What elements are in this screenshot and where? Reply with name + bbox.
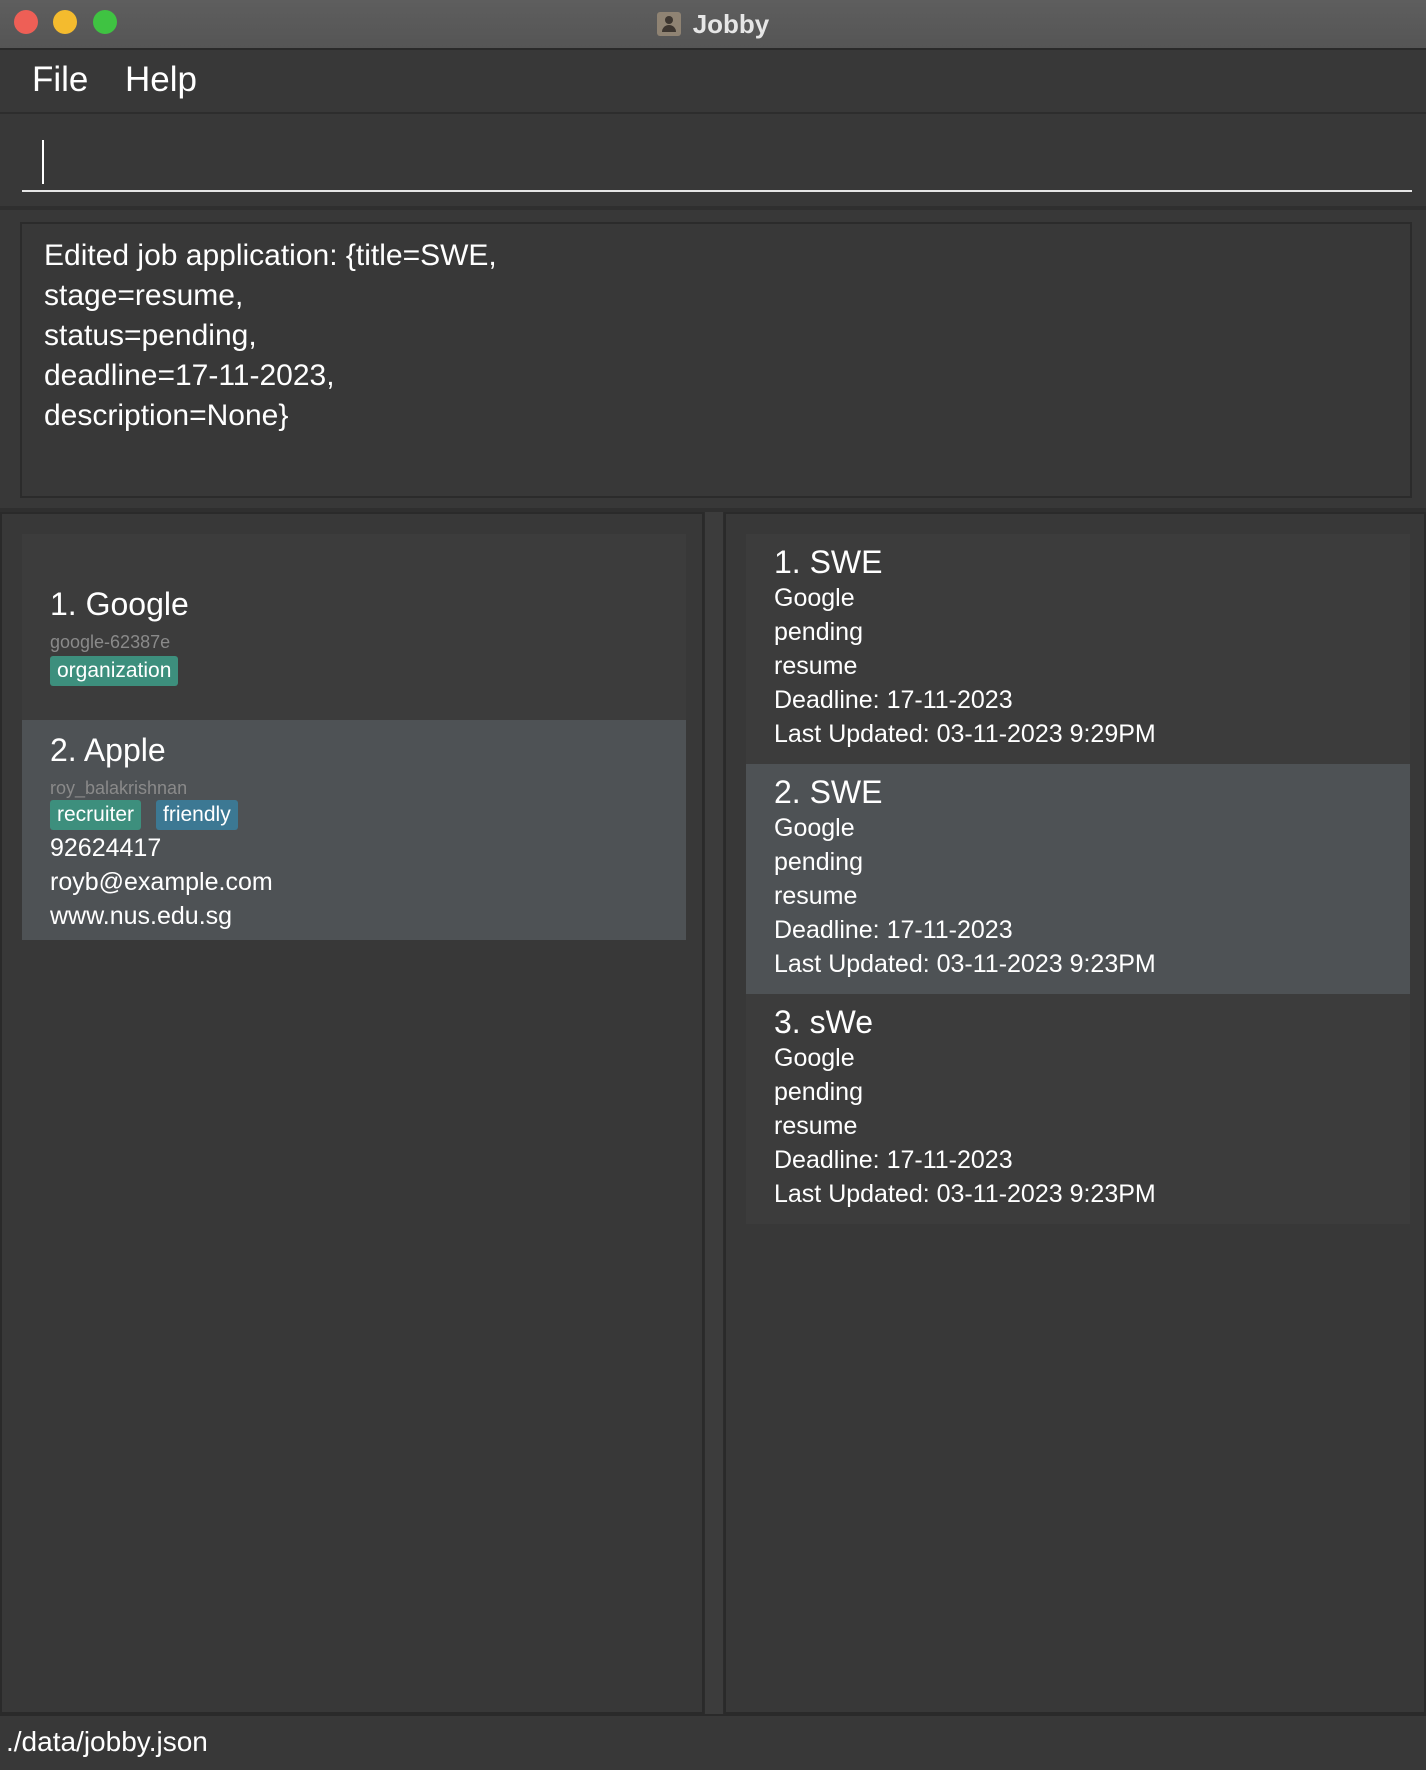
contact-name: 1. Google — [50, 586, 189, 622]
contact-name: 2. Apple — [50, 732, 166, 768]
contact-card-selected[interactable]: 2. Apple roy_balakrishnan recruiter frie… — [22, 720, 686, 940]
job-last-updated: Last Updated: 03-11-2023 9:29PM — [774, 720, 1156, 748]
app-window: Jobby File Help Edited job application: … — [0, 0, 1426, 1770]
job-application-card[interactable]: 3. sWe Google pending resume Deadline: 1… — [746, 994, 1410, 1224]
data-file-path: ./data/jobby.json — [6, 1726, 208, 1757]
command-box-area — [0, 114, 1426, 210]
contact-tag: recruiter — [50, 800, 142, 830]
app-icon — [656, 12, 681, 36]
contact-tag: friendly — [156, 800, 238, 830]
job-title: 2. SWE — [774, 774, 883, 810]
window-title: Jobby — [692, 8, 770, 39]
job-title: 1. SWE — [774, 544, 883, 580]
job-application-card-selected[interactable]: 2. SWE Google pending resume Deadline: 1… — [746, 764, 1410, 994]
result-display: Edited job application: {title=SWE, stag… — [20, 222, 1412, 498]
job-stage: resume — [774, 652, 858, 680]
menu-bar: File Help — [0, 50, 1426, 114]
contact-email: royb@example.com — [50, 868, 273, 896]
job-deadline: Deadline: 17-11-2023 — [774, 916, 1013, 944]
job-deadline: Deadline: 17-11-2023 — [774, 1146, 1013, 1174]
contact-id: roy_balakrishnan — [50, 778, 188, 798]
job-company: Google — [774, 584, 855, 612]
job-status: pending — [774, 1078, 863, 1106]
job-title: 3. sWe — [774, 1004, 873, 1040]
contact-tag: organization — [50, 656, 179, 686]
job-last-updated: Last Updated: 03-11-2023 9:23PM — [774, 950, 1156, 978]
job-company: Google — [774, 1044, 855, 1072]
menu-help[interactable]: Help — [125, 60, 197, 100]
job-status: pending — [774, 848, 863, 876]
job-deadline: Deadline: 17-11-2023 — [774, 686, 1013, 714]
job-status: pending — [774, 618, 863, 646]
contact-url: www.nus.edu.sg — [50, 902, 233, 930]
contact-id: google-62387e — [50, 632, 171, 652]
split-pane-divider[interactable] — [704, 512, 724, 1714]
contact-list-panel[interactable]: 1. Google google-62387e organization 2. … — [0, 512, 704, 1714]
command-input[interactable] — [22, 128, 1412, 192]
menu-file[interactable]: File — [32, 60, 88, 100]
text-caret — [42, 140, 44, 184]
job-company: Google — [774, 814, 855, 842]
job-stage: resume — [774, 1112, 858, 1140]
title-container: Jobby — [0, 0, 1426, 48]
job-application-list-panel[interactable]: 1. SWE Google pending resume Deadline: 1… — [724, 512, 1426, 1714]
title-bar[interactable]: Jobby — [0, 0, 1426, 50]
contact-card[interactable]: 1. Google google-62387e organization — [22, 534, 686, 720]
contact-phone: 92624417 — [50, 834, 162, 862]
status-bar: ./data/jobby.json — [0, 1714, 1426, 1770]
job-last-updated: Last Updated: 03-11-2023 9:23PM — [774, 1180, 1156, 1208]
result-text: Edited job application: {title=SWE, stag… — [44, 239, 497, 432]
job-stage: resume — [774, 882, 858, 910]
job-application-card[interactable]: 1. SWE Google pending resume Deadline: 1… — [746, 534, 1410, 764]
